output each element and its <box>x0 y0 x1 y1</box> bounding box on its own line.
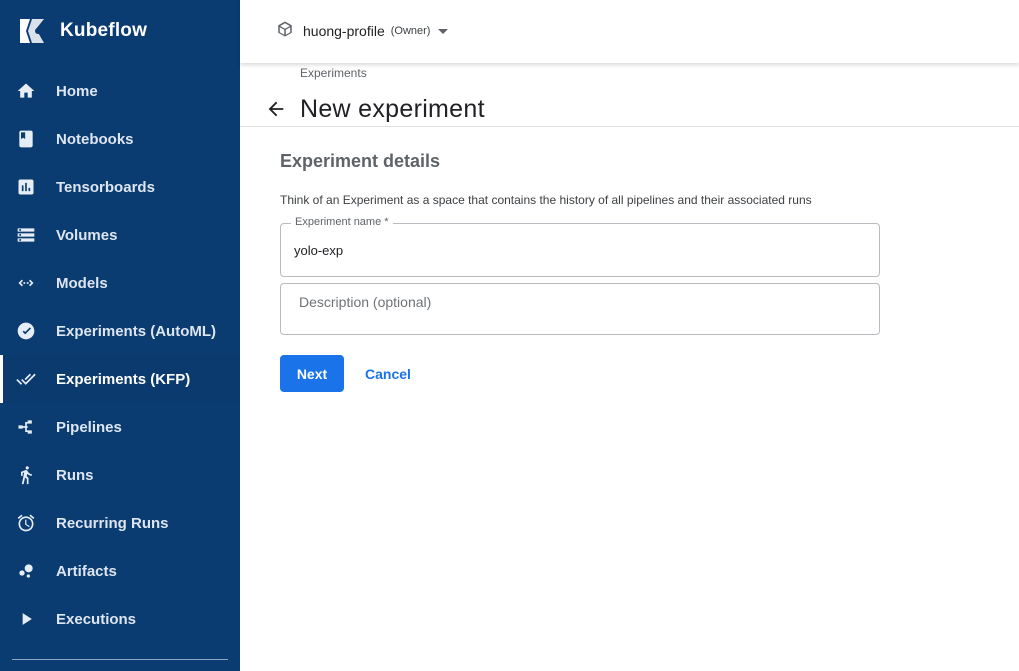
sidebar-item-label: Runs <box>56 466 94 484</box>
header-divider <box>240 126 1019 127</box>
description-input[interactable] <box>281 284 879 334</box>
home-icon <box>16 81 36 101</box>
pipeline-icon <box>16 417 36 437</box>
storage-icon <box>16 225 36 245</box>
sidebar-item-recurring-runs[interactable]: Recurring Runs <box>0 499 240 547</box>
assessment-icon <box>16 177 36 197</box>
sidebar-item-experiments-kfp[interactable]: Experiments (KFP) <box>0 355 240 403</box>
sidebar-item-label: Models <box>56 274 108 292</box>
sidebar-item-notebooks[interactable]: Notebooks <box>0 115 240 163</box>
brand-name: Kubeflow <box>60 20 148 41</box>
sidebar-item-label: Volumes <box>56 226 118 244</box>
section-title: Experiment details <box>280 151 441 171</box>
kubeflow-logo-icon <box>20 19 44 43</box>
experiment-name-input[interactable] <box>281 224 879 276</box>
namespace-selector[interactable]: huong-profile (Owner) <box>276 20 449 43</box>
sidebar-item-label: Experiments (AutoML) <box>56 322 217 340</box>
kubeflow-logo[interactable]: Kubeflow <box>16 14 147 48</box>
sidebar-nav: Home Notebooks Tensorboards Volumes Mode… <box>0 67 240 643</box>
sidebar-item-label: Experiments (KFP) <box>56 370 191 388</box>
top-bar: huong-profile (Owner) <box>240 0 1019 63</box>
sidebar-item-label: Artifacts <box>56 562 117 580</box>
back-arrow-icon[interactable] <box>264 97 288 121</box>
experiment-name-field: Experiment name * <box>280 216 880 277</box>
sidebar-item-artifacts[interactable]: Artifacts <box>0 547 240 595</box>
sidebar-item-label: Executions <box>56 610 137 628</box>
sidebar-item-models[interactable]: Models <box>0 259 240 307</box>
next-button[interactable]: Next <box>280 355 344 392</box>
sidebar-item-label: Notebooks <box>56 130 134 148</box>
section-description: Think of an Experiment as a space that c… <box>280 193 812 207</box>
sidebar-item-label: Home <box>56 82 98 100</box>
sidebar-item-label: Recurring Runs <box>56 514 169 532</box>
breadcrumb-experiments[interactable]: Experiments <box>300 66 367 80</box>
alarm-icon <box>16 513 36 533</box>
sidebar-item-label: Tensorboards <box>56 178 155 196</box>
sidebar: Kubeflow Home Notebooks Tensorboards Vol… <box>0 0 240 671</box>
done-all-icon <box>16 369 36 389</box>
namespace-role: (Owner) <box>390 25 431 37</box>
speedometer-icon <box>16 321 36 341</box>
sidebar-item-tensorboards[interactable]: Tensorboards <box>0 163 240 211</box>
caret-down-icon <box>438 28 449 34</box>
play-arrow-icon <box>16 609 36 629</box>
page-title: New experiment <box>300 95 485 123</box>
namespace-name: huong-profile <box>303 23 385 39</box>
cube-icon <box>276 20 294 43</box>
description-field <box>280 283 880 335</box>
directions-run-icon <box>16 465 36 485</box>
cancel-button[interactable]: Cancel <box>354 355 422 392</box>
sidebar-item-executions[interactable]: Executions <box>0 595 240 643</box>
sidebar-item-runs[interactable]: Runs <box>0 451 240 499</box>
sidebar-item-pipelines[interactable]: Pipelines <box>0 403 240 451</box>
sidebar-item-experiments-automl[interactable]: Experiments (AutoML) <box>0 307 240 355</box>
sidebar-item-home[interactable]: Home <box>0 67 240 115</box>
book-icon <box>16 129 36 149</box>
bubble-chart-icon <box>16 561 36 581</box>
code-arrows-icon <box>16 273 36 293</box>
sidebar-item-label: Pipelines <box>56 418 122 436</box>
sidebar-item-volumes[interactable]: Volumes <box>0 211 240 259</box>
sidebar-divider <box>12 659 228 660</box>
